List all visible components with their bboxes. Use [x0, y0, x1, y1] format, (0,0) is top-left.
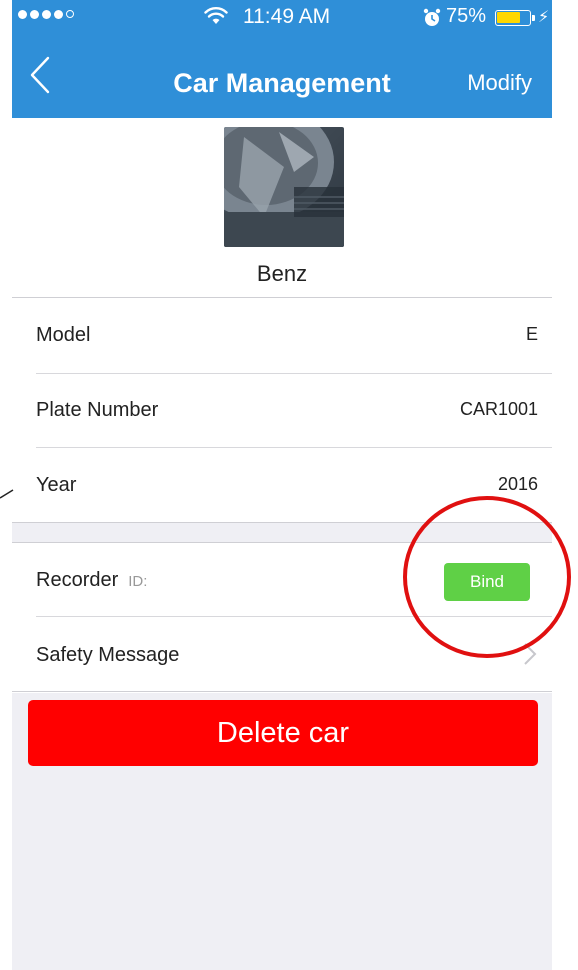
model-label: Model [36, 324, 91, 346]
modify-button[interactable]: Modify [467, 70, 532, 96]
divider [36, 373, 552, 374]
year-value: 2016 [497, 474, 538, 494]
recorder-id-label: ID: [128, 573, 148, 590]
car-header: Benz [12, 118, 552, 298]
year-label: Year [36, 474, 77, 496]
navigation-bar: Car Management Modify [12, 40, 552, 118]
safety-message-label: Safety Message [36, 644, 180, 666]
plate-number-row[interactable]: Plate Number CAR1001 [12, 373, 552, 448]
car-details-list: Model E Plate Number CAR1001 Year 2016 [12, 298, 552, 523]
battery-tip [532, 15, 535, 21]
charging-bolt-icon: ⚡ [538, 9, 550, 26]
status-time: 11:49 AM [243, 5, 331, 28]
chevron-left-icon [30, 56, 50, 94]
car-name: Benz [256, 261, 308, 286]
divider [12, 691, 552, 692]
car-photo[interactable] [224, 127, 344, 247]
bind-button[interactable]: Bind [444, 563, 530, 601]
car-wheel-image [224, 127, 344, 247]
battery-icon [495, 10, 531, 26]
plate-number-value: CAR1001 [459, 399, 538, 419]
recorder-section: Recorder ID: Bind Safety Message [12, 543, 552, 693]
year-row[interactable]: Year 2016 [12, 448, 552, 523]
safety-message-row[interactable]: Safety Message [12, 618, 552, 693]
recorder-label: Recorder [36, 569, 119, 591]
model-value: E [525, 324, 538, 344]
divider [36, 616, 552, 617]
divider [36, 447, 552, 448]
alarm-icon [423, 8, 441, 26]
back-button[interactable] [22, 50, 62, 100]
signal-strength-icon [18, 10, 74, 19]
wifi-icon [204, 7, 228, 24]
divider [12, 522, 552, 523]
battery-level-fill [497, 12, 520, 23]
battery-percentage: 75% [446, 5, 487, 27]
chevron-right-icon [524, 643, 537, 665]
app-screen: 11:49 AM 75% ⚡ Car Management Modify Ben… [12, 0, 552, 970]
recorder-row: Recorder ID: Bind [12, 543, 552, 618]
plate-number-label: Plate Number [36, 399, 159, 421]
status-bar: 11:49 AM 75% ⚡ [12, 0, 552, 40]
delete-car-button[interactable]: Delete car [28, 700, 538, 766]
model-row[interactable]: Model E [12, 298, 552, 373]
